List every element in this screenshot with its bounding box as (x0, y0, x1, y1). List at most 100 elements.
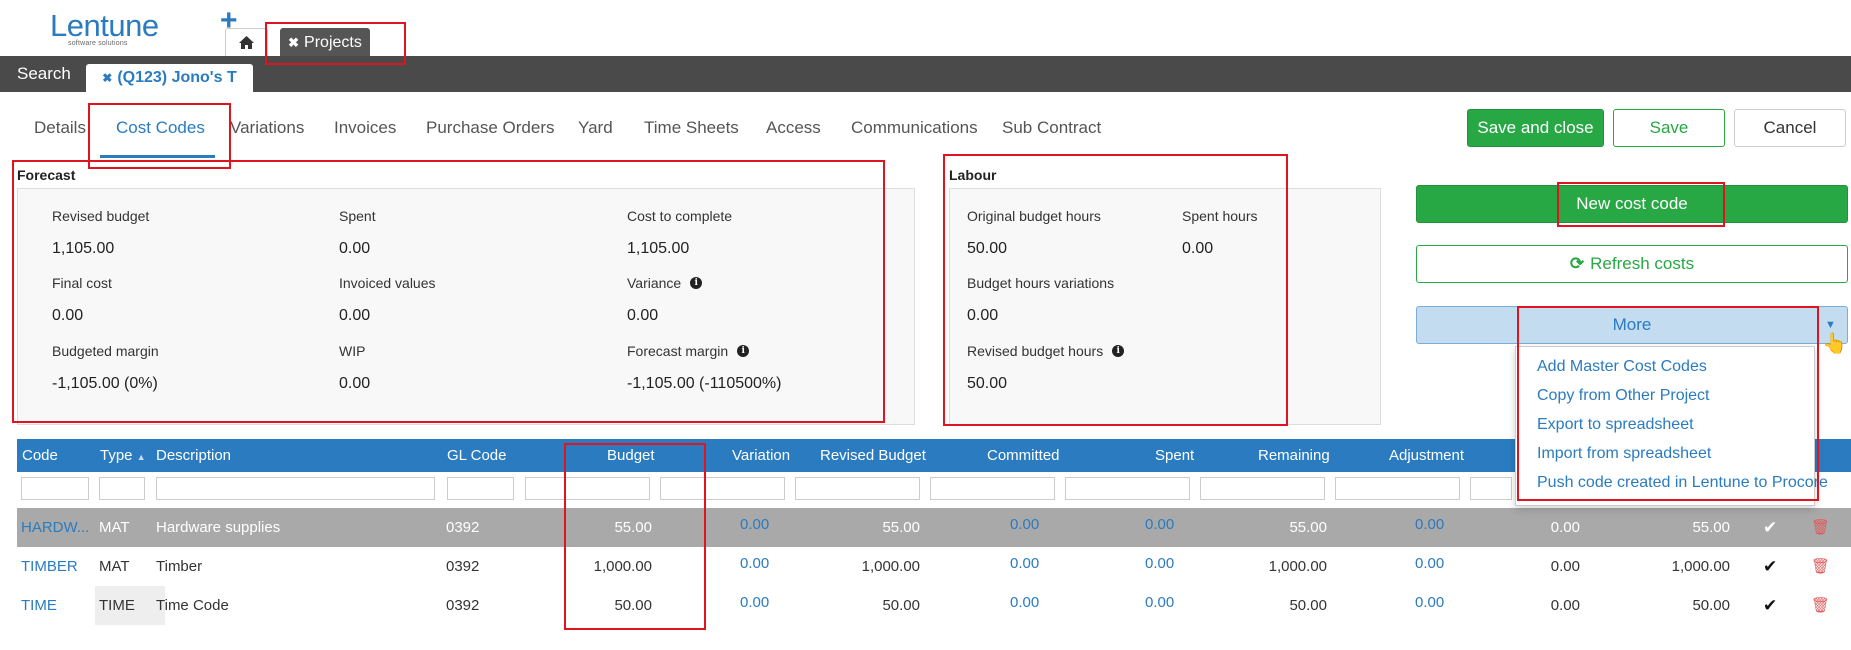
col-budget[interactable]: Budget (607, 439, 655, 472)
row-spent-link[interactable]: 0.00 (1145, 547, 1174, 581)
filter-description-input[interactable] (156, 477, 435, 500)
col-gl-code[interactable]: GL Code (447, 439, 506, 472)
table-row[interactable]: TIMBER MAT Timber 0392 1,000.00 0.00 1,0… (17, 547, 1851, 586)
col-variation[interactable]: Variation (732, 439, 790, 472)
row-committed-link[interactable]: 0.00 (1010, 586, 1039, 620)
filter-committed-input[interactable] (930, 477, 1055, 500)
budgeted-margin-value: -1,105.00 (0%) (52, 375, 158, 392)
trash-icon[interactable]: 🗑 (1811, 586, 1830, 625)
row-variation-link[interactable]: 0.00 (740, 586, 769, 620)
refresh-costs-button[interactable]: ⟳ Refresh costs (1416, 245, 1848, 283)
col-revised-budget[interactable]: Revised Budget (820, 439, 926, 472)
check-icon[interactable]: ✔ (1763, 508, 1777, 547)
save-and-close-button[interactable]: Save and close (1467, 109, 1604, 147)
table-row[interactable]: TIME TIME Time Code 0392 50.00 0.00 50.0… (17, 586, 1851, 625)
trash-icon[interactable]: 🗑 (1811, 547, 1830, 586)
row-remaining: 55.00 (1289, 519, 1327, 536)
row-code-link[interactable]: HARDW... (21, 508, 89, 547)
filter-gl-code-input[interactable] (447, 477, 514, 500)
cancel-button[interactable]: Cancel (1734, 109, 1846, 147)
close-icon[interactable]: ✖ (288, 35, 299, 51)
tab-purchase-orders[interactable]: Purchase Orders (426, 118, 555, 138)
variance-value: 0.00 (627, 307, 659, 324)
table-row[interactable]: HARDW... MAT Hardware supplies 0392 55.0… (17, 508, 1851, 547)
tab-cost-codes[interactable]: Cost Codes (116, 118, 205, 138)
col-code[interactable]: Code (22, 439, 58, 472)
tab-communications[interactable]: Communications (851, 118, 978, 138)
menu-item-add-master-cost-codes[interactable]: Add Master Cost Codes (1537, 358, 1707, 376)
row-adjustment-link[interactable]: 0.00 (1415, 547, 1444, 581)
tab-yard[interactable]: Yard (578, 118, 613, 138)
col-adjustment[interactable]: Adjustment (1389, 439, 1464, 472)
row-adjustment-link[interactable]: 0.00 (1415, 586, 1444, 620)
filter-variation-input[interactable] (660, 477, 785, 500)
info-icon[interactable]: i (1112, 345, 1125, 357)
filter-remaining-input[interactable] (1200, 477, 1325, 500)
row-committed-link[interactable]: 0.00 (1010, 547, 1039, 581)
row-type: MAT (99, 519, 130, 536)
close-icon[interactable]: ✖ (102, 71, 112, 85)
row-adjustment-link[interactable]: 0.00 (1415, 508, 1444, 542)
new-cost-code-button[interactable]: New cost code (1416, 185, 1848, 223)
filter-extra-input[interactable] (1470, 477, 1512, 500)
row-description: Hardware supplies (156, 519, 281, 536)
row-total-value: 50.00 (1692, 597, 1730, 614)
col-description[interactable]: Description (156, 439, 231, 472)
tab-invoices[interactable]: Invoices (334, 118, 396, 138)
row-remaining: 1,000.00 (1268, 558, 1327, 575)
filter-budget-input[interactable] (525, 477, 650, 500)
filter-spent-input[interactable] (1065, 477, 1190, 500)
col-spent[interactable]: Spent (1155, 439, 1194, 472)
tab-time-sheets[interactable]: Time Sheets (644, 118, 739, 138)
row-spent-link[interactable]: 0.00 (1145, 586, 1174, 620)
info-icon[interactable]: i (690, 277, 703, 289)
row-revised-budget: 1,000.00 (861, 558, 920, 575)
hand-cursor-icon: 👆 (1822, 333, 1847, 355)
row-code-link[interactable]: TIMBER (21, 547, 78, 586)
projects-tab-label: Projects (304, 33, 362, 51)
budgeted-margin-label: Budgeted margin (52, 343, 159, 359)
row-budget: 50.00 (614, 597, 652, 614)
col-type[interactable]: Type ▲ (100, 439, 146, 472)
row-gl-code: 0392 (446, 597, 480, 614)
search-tab[interactable]: Search (0, 56, 88, 92)
row-spent-link[interactable]: 0.00 (1145, 508, 1174, 542)
filter-code-input[interactable] (21, 477, 89, 500)
more-button[interactable]: More (1416, 306, 1848, 344)
labour-title: Labour (949, 167, 997, 183)
row-revised-budget: 50.00 (882, 597, 920, 614)
wip-label: WIP (339, 343, 366, 359)
tab-variations[interactable]: Variations (230, 118, 304, 138)
revised-budget-label: Revised budget (52, 208, 150, 224)
check-icon[interactable]: ✔ (1763, 547, 1777, 586)
tab-access[interactable]: Access (766, 118, 821, 138)
menu-item-push-to-procore[interactable]: Push code created in Lentune to Procore (1537, 474, 1828, 492)
row-committed-link[interactable]: 0.00 (1010, 508, 1039, 542)
row-variation-link[interactable]: 0.00 (740, 508, 769, 542)
filter-type-input[interactable] (99, 477, 145, 500)
project-tab[interactable]: ✖ (Q123) Jono's T (86, 64, 253, 92)
projects-tab[interactable]: ✖ Projects (280, 28, 370, 57)
check-icon[interactable]: ✔ (1763, 586, 1777, 625)
col-remaining[interactable]: Remaining (1258, 439, 1330, 472)
spent-label: Spent (339, 208, 376, 224)
tab-sub-contract[interactable]: Sub Contract (1002, 118, 1101, 138)
filter-revised-budget-input[interactable] (795, 477, 920, 500)
menu-item-import-from-spreadsheet[interactable]: Import from spreadsheet (1537, 445, 1711, 463)
cost-to-complete-value: 1,105.00 (627, 240, 690, 257)
save-button[interactable]: Save (1613, 109, 1725, 147)
menu-item-copy-from-other-project[interactable]: Copy from Other Project (1537, 387, 1710, 405)
tab-details[interactable]: Details (34, 118, 86, 138)
budget-hours-variations-label: Budget hours variations (967, 275, 1115, 291)
col-committed[interactable]: Committed (987, 439, 1060, 472)
row-variation-link[interactable]: 0.00 (740, 547, 769, 581)
trash-icon[interactable]: 🗑 (1811, 508, 1830, 547)
row-code-link[interactable]: TIME (21, 586, 57, 625)
info-icon[interactable]: i (737, 345, 750, 357)
row-gl-code: 0392 (446, 519, 480, 536)
revised-budget-value: 1,105.00 (52, 240, 115, 257)
revised-budget-hours-value: 50.00 (967, 375, 1008, 392)
home-tab[interactable] (225, 28, 268, 56)
filter-adjustment-input[interactable] (1335, 477, 1460, 500)
menu-item-export-to-spreadsheet[interactable]: Export to spreadsheet (1537, 416, 1694, 434)
